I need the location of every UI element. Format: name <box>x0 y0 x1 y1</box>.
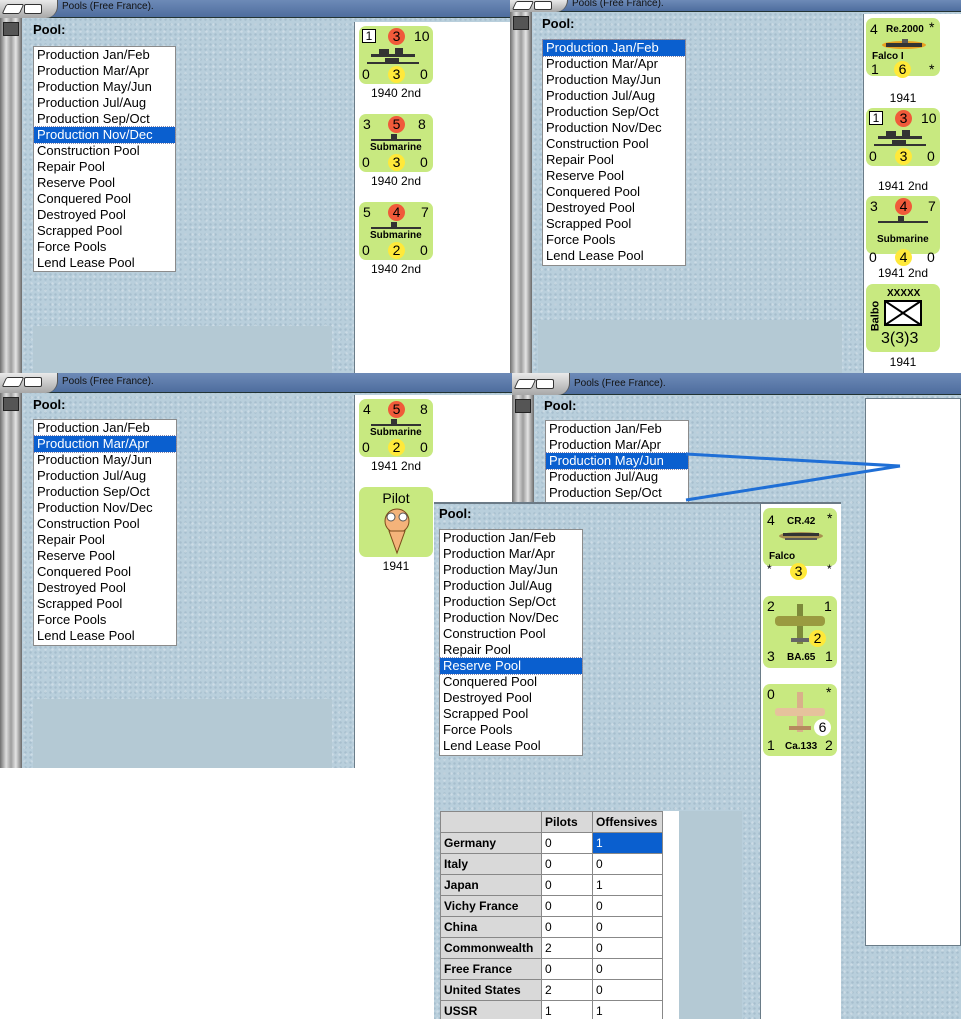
table-row[interactable]: China 0 0 <box>440 916 679 938</box>
table-cell-offensives[interactable]: 0 <box>592 853 663 875</box>
table-row[interactable]: United States 2 0 <box>440 979 679 1001</box>
pool-list-item[interactable]: Lend Lease Pool <box>440 738 582 754</box>
table-filler <box>662 811 679 833</box>
table-filler <box>663 959 679 980</box>
pool-label: Pool: <box>439 506 472 521</box>
table-filler <box>663 938 679 959</box>
table-filler <box>663 833 679 854</box>
table-cell-offensives[interactable]: 1 <box>592 1000 663 1019</box>
table-cell-country[interactable]: Free France <box>440 958 542 980</box>
table-cell-offensives[interactable]: 0 <box>592 895 663 917</box>
counter-bottom-left: 1 <box>767 737 775 753</box>
counter-bottom-left: * <box>767 562 772 576</box>
table-filler <box>663 854 679 875</box>
counter-bottom-left: 3 <box>767 648 775 664</box>
pool-list-item[interactable]: Production May/Jun <box>440 562 582 578</box>
pools-window-front: Pool: Production Jan/Feb Production Mar/A… <box>434 502 841 1019</box>
counter-top-left: 4 <box>767 512 775 528</box>
counter-star: * <box>827 510 833 526</box>
table-row[interactable]: Commonwealth 2 0 <box>440 937 679 959</box>
table-filler <box>663 896 679 917</box>
info-panel <box>678 811 742 1019</box>
table-row[interactable]: Free France 0 0 <box>440 958 679 980</box>
counter-bottom-right: 2 <box>825 737 833 753</box>
pool-list-item[interactable]: Production Jul/Aug <box>440 578 582 594</box>
table-filler <box>663 875 679 896</box>
table-row[interactable]: Italy 0 0 <box>440 853 679 875</box>
table-cell-country[interactable]: Germany <box>440 832 542 854</box>
counter-type: CR.42 <box>787 516 816 527</box>
table-cell-pilots[interactable]: 0 <box>541 832 593 854</box>
table-filler <box>663 980 679 1001</box>
pool-list-item[interactable]: Destroyed Pool <box>440 690 582 706</box>
pool-list[interactable]: Production Jan/Feb Production Mar/Apr Prod… <box>439 529 583 756</box>
pool-list-item[interactable]: Production Mar/Apr <box>440 546 582 562</box>
aircraft-counter[interactable]: 0 * 6 1 Ca.133 2 <box>763 684 837 756</box>
table-filler <box>663 1001 679 1019</box>
counter-yellow-value: 3 <box>790 563 807 580</box>
pool-list-item[interactable]: Force Pools <box>440 722 582 738</box>
pool-list-item[interactable]: Construction Pool <box>440 626 582 642</box>
table-cell-pilots[interactable]: 1 <box>541 1000 593 1019</box>
table-cell-country[interactable]: United States <box>440 979 542 1001</box>
aircraft-counter[interactable]: 2 1 2 3 BA.65 1 <box>763 596 837 668</box>
table-cell-pilots[interactable]: 2 <box>541 979 593 1001</box>
table-cell-offensives[interactable]: 0 <box>592 937 663 959</box>
pool-list-item[interactable]: Repair Pool <box>440 642 582 658</box>
pool-list-item[interactable]: Production Jan/Feb <box>440 530 582 546</box>
counter-yellow-value: 2 <box>809 630 826 647</box>
pool-list-item[interactable]: Production Nov/Dec <box>440 610 582 626</box>
table-body: Pilots Offensives Germany 0 1 Italy 0 0 Japan 0 1 V… <box>440 811 679 1019</box>
table-cell-pilots[interactable]: 0 <box>541 874 593 896</box>
aircraft-counter[interactable]: 4 CR.42 * Falco * 3 * <box>763 508 837 580</box>
table-cell-offensives[interactable]: 1 <box>592 874 663 896</box>
counter-bottom-right: * <box>827 562 832 576</box>
counter-type: BA.65 <box>787 652 816 663</box>
table-row[interactable]: Germany 0 1 <box>440 832 679 854</box>
table-cell-offensives[interactable]: 1 <box>592 832 663 854</box>
counter-panel: 4 CR.42 * Falco * 3 * 2 1 2 3 BA.65 1 0 … <box>760 504 841 1019</box>
pool-list-item[interactable]: Scrapped Pool <box>440 706 582 722</box>
table-cell-country[interactable]: Commonwealth <box>440 937 542 959</box>
table-cell-country[interactable]: Vichy France <box>440 895 542 917</box>
table-row[interactable]: USSR 1 1 <box>440 1000 679 1019</box>
table-cell-pilots[interactable]: 2 <box>541 937 593 959</box>
table-cell-country[interactable]: China <box>440 916 542 938</box>
pool-list-item[interactable]: Production Sep/Oct <box>440 594 582 610</box>
table-cell-pilots[interactable]: 0 <box>541 958 593 980</box>
table-cell-pilots[interactable]: 0 <box>541 895 593 917</box>
table-header-cell[interactable] <box>440 811 542 833</box>
table-filler <box>663 917 679 938</box>
counter-bottom-right: 1 <box>825 648 833 664</box>
table-header-cell[interactable]: Pilots <box>541 811 593 833</box>
table-cell-pilots[interactable]: 0 <box>541 916 593 938</box>
pool-list-item[interactable]: Reserve Pool <box>439 657 583 675</box>
counter-name: Falco <box>769 551 796 562</box>
table-cell-offensives[interactable]: 0 <box>592 979 663 1001</box>
pool-list-item[interactable]: Conquered Pool <box>440 674 582 690</box>
counter-white-value: 6 <box>814 719 831 736</box>
table-cell-country[interactable]: Italy <box>440 853 542 875</box>
table-row[interactable]: Japan 0 1 <box>440 874 679 896</box>
table-cell-offensives[interactable]: 0 <box>592 916 663 938</box>
pilots-offensives-table: Pilots Offensives Germany 0 1 Italy 0 0 Japan 0 1 V… <box>440 811 679 1019</box>
table-cell-pilots[interactable]: 0 <box>541 853 593 875</box>
table-cell-offensives[interactable]: 0 <box>592 958 663 980</box>
table-row[interactable]: Vichy France 0 0 <box>440 895 679 917</box>
table-cell-country[interactable]: USSR <box>440 1000 542 1019</box>
table-header-cell[interactable]: Offensives <box>592 811 663 833</box>
counter-type: Ca.133 <box>785 741 818 752</box>
table-cell-country[interactable]: Japan <box>440 874 542 896</box>
